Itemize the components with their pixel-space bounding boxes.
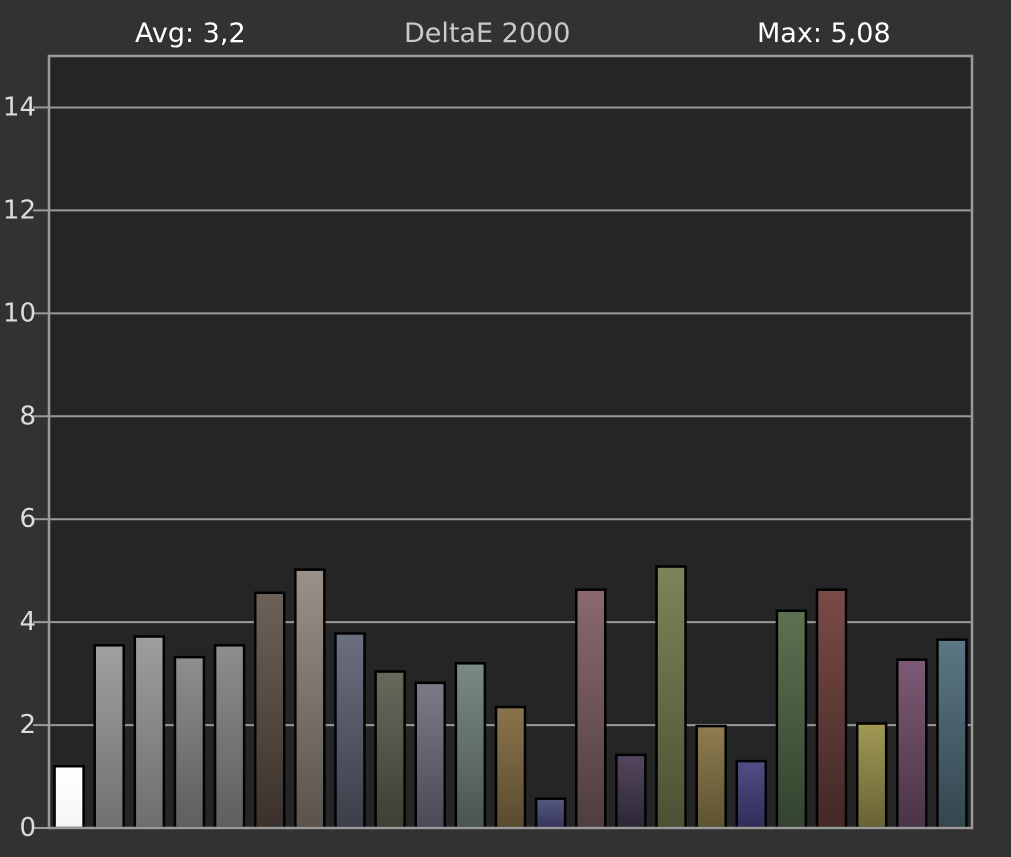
y-tick-label: 10 (3, 298, 36, 328)
bar (855, 722, 888, 830)
bar (294, 568, 326, 830)
bar (213, 644, 246, 830)
bar (775, 609, 808, 830)
bar (173, 655, 206, 830)
bar (615, 753, 647, 830)
chart-svg: 0 2 4 6 8 10 12 14 (3, 54, 974, 843)
y-tick-label: 0 (19, 813, 36, 843)
y-tick-label: 14 (3, 92, 36, 122)
bar (735, 759, 768, 830)
bar (53, 764, 85, 830)
y-tick-label: 2 (19, 710, 36, 740)
bar (374, 670, 406, 830)
y-tick-label: 12 (3, 195, 36, 225)
y-tick-label: 8 (19, 401, 36, 431)
chart-title: DeltaE 2000 (404, 18, 571, 49)
bar (936, 638, 968, 830)
bar (655, 565, 687, 830)
bar (815, 588, 848, 830)
bar (534, 797, 567, 830)
bar (494, 705, 527, 830)
bar (414, 681, 446, 830)
bar (896, 658, 928, 830)
average-label: Avg: 3,2 (135, 18, 246, 49)
bar (334, 632, 366, 830)
chart: 0 2 4 6 8 10 12 14 Avg: 3,2 DeltaE 2000 Max: 5,… (0, 0, 1011, 853)
max-label: Max: 5,08 (757, 18, 891, 49)
bar (253, 591, 286, 830)
y-tick-label: 6 (19, 504, 36, 534)
bar (454, 662, 487, 830)
bar (695, 724, 727, 830)
y-tick-label: 4 (19, 607, 36, 637)
bar (93, 644, 125, 830)
bar (133, 635, 166, 830)
bar (575, 588, 607, 830)
